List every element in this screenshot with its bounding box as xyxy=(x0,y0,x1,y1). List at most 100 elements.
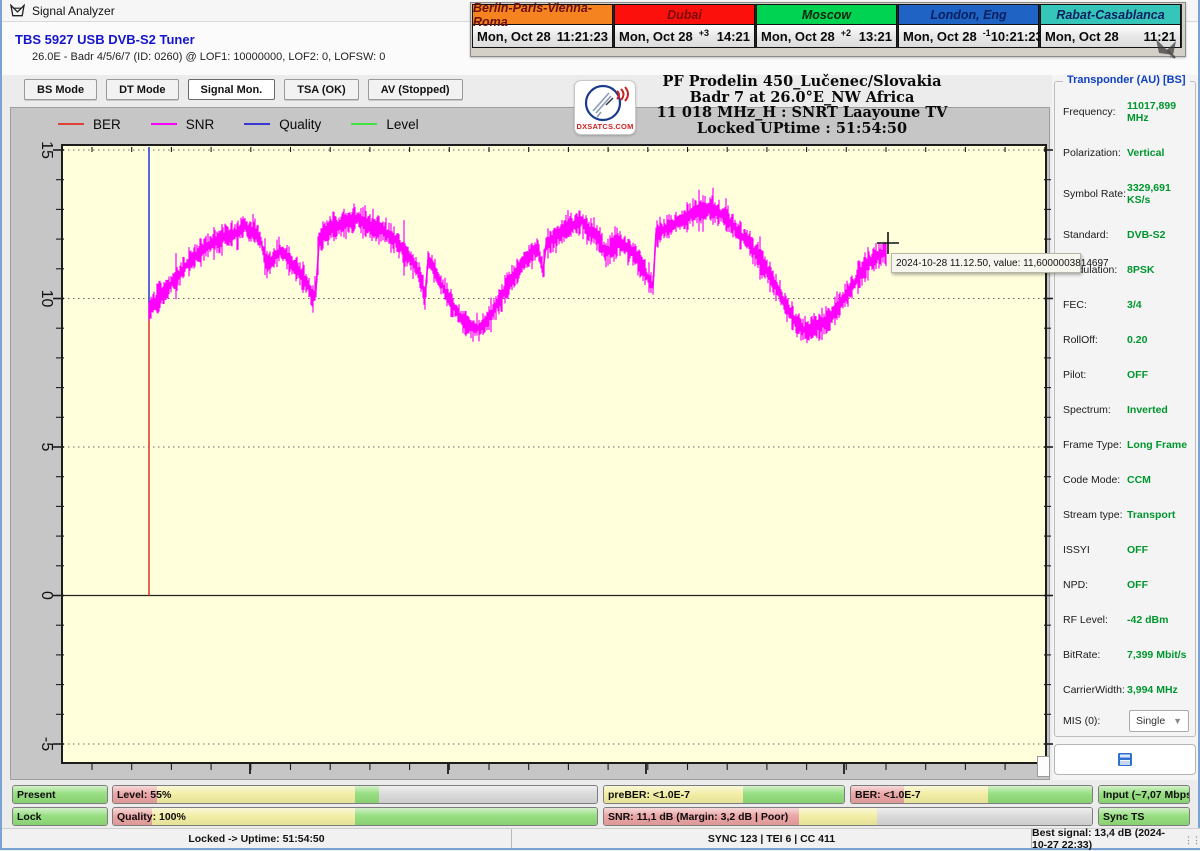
clock-date: Mon, Oct 28 xyxy=(619,29,693,44)
mode-button-av-stopped-[interactable]: AV (Stopped) xyxy=(368,79,463,100)
transponder-label: Frequency: xyxy=(1063,106,1127,118)
status-uptime: Locked -> Uptime: 51:54:50 xyxy=(2,829,512,848)
transponder-value: -42 dBm xyxy=(1127,614,1168,626)
clock-date: Mon, Oct 28 xyxy=(1045,29,1119,44)
meter-lock: Lock xyxy=(12,807,108,826)
clock-city: Rabat-Casablanca xyxy=(1040,4,1181,24)
meter-input: Input (~7,07 Mbps) xyxy=(1098,785,1190,804)
meter-quality: Quality: 100% xyxy=(112,807,598,826)
transponder-label: Pilot: xyxy=(1063,369,1127,381)
legend-item-quality: Quality xyxy=(244,117,321,132)
status-best-signal: Best signal: 13,4 dB (2024-10-27 22:33) xyxy=(1032,829,1172,848)
transponder-panel: Transponder (AU) [BS] Frequency:11017,89… xyxy=(1052,75,1198,780)
header-line-2: Badr 7 at 26.0°E_NW Africa xyxy=(622,90,982,106)
transponder-rows: Frequency:11017,899 MHz Polarization:Vert… xyxy=(1063,100,1189,696)
dxsatcs-logo: DXSATCS.COM xyxy=(574,80,636,135)
transponder-row: CarrierWidth:3,994 MHz xyxy=(1063,684,1189,696)
meter-label: Sync TS xyxy=(1103,811,1144,823)
transponder-row: FEC:3/4 xyxy=(1063,299,1189,311)
meter-ber: BER: <1.0E-7 xyxy=(850,785,1093,804)
world-clock-widget[interactable]: Berlin-Paris-Vienna-Roma Mon, Oct 28 11:21… xyxy=(470,2,1186,57)
tuner-name: TBS 5927 USB DVB-S2 Tuner xyxy=(15,32,195,47)
dxsatcs-logo-text: DXSATCS.COM xyxy=(575,122,635,131)
app-window: Signal Analyzer TBS 5927 USB DVB-S2 Tune… xyxy=(0,0,1200,850)
transponder-value: Vertical xyxy=(1127,147,1164,159)
transponder-row: RollOff:0.20 xyxy=(1063,334,1189,346)
dxsatcs-logo-graphic xyxy=(579,83,633,123)
transponder-row: NPD:OFF xyxy=(1063,579,1189,591)
transponder-title: Transponder (AU) [BS] xyxy=(1063,74,1190,86)
transponder-row: Spectrum:Inverted xyxy=(1063,404,1189,416)
transponder-row: Polarization:Vertical xyxy=(1063,147,1189,159)
transponder-row: Frequency:11017,899 MHz xyxy=(1063,100,1189,124)
chart-legend: BERSNRQualityLevel xyxy=(58,111,419,137)
chart-tooltip-text: 2024-10-28 11.12.50, value: 11,600000381… xyxy=(896,258,1109,269)
clock-column: Berlin-Paris-Vienna-Roma Mon, Oct 28 11:21… xyxy=(472,4,614,48)
save-icon xyxy=(1117,752,1133,767)
meter-label: Quality: 100% xyxy=(117,811,186,823)
mode-button-signal-mon-[interactable]: Signal Mon. xyxy=(188,79,276,100)
transponder-value: 3,994 MHz xyxy=(1127,684,1178,696)
clock-time: 10:21:23 xyxy=(991,29,1043,44)
legend-item-snr: SNR xyxy=(151,117,215,132)
status-uptime-text: Locked -> Uptime: 51:54:50 xyxy=(188,833,324,845)
transponder-row: Standard:DVB-S2 xyxy=(1063,229,1189,241)
legend-label: Level xyxy=(386,117,418,132)
satellite-dish-icon: dx xyxy=(1153,36,1179,60)
meter-gloss xyxy=(113,786,597,803)
transponder-label: RF Level: xyxy=(1063,614,1127,626)
status-sync: SYNC 123 | TEI 6 | CC 411 xyxy=(512,829,1032,848)
transponder-row: ISSYIOFF xyxy=(1063,544,1189,556)
clock-city: Berlin-Paris-Vienna-Roma xyxy=(472,4,613,24)
transponder-label: NPD: xyxy=(1063,579,1127,591)
mode-button-tsa-ok-[interactable]: TSA (OK) xyxy=(284,79,358,100)
clock-utc-offset: +3 xyxy=(699,28,709,38)
meter-label: Lock xyxy=(17,811,42,823)
mode-button-bs-mode[interactable]: BS Mode xyxy=(24,79,97,100)
transponder-row: Stream type:Transport xyxy=(1063,509,1189,521)
svg-text:dx: dx xyxy=(1170,54,1176,60)
meter-label: BER: <1.0E-7 xyxy=(855,789,921,801)
resize-grip[interactable]: ⋮⋮ xyxy=(1188,829,1200,848)
transponder-value: OFF xyxy=(1127,369,1148,381)
status-sync-text: SYNC 123 | TEI 6 | CC 411 xyxy=(708,833,835,845)
meter-label: Present xyxy=(17,789,56,801)
transponder-label: Symbol Rate: xyxy=(1063,188,1127,200)
transponder-label: FEC: xyxy=(1063,299,1127,311)
mode-button-dt-mode[interactable]: DT Mode xyxy=(106,79,178,100)
transponder-value: 3/4 xyxy=(1127,299,1142,311)
clock-utc-offset: -1 xyxy=(983,28,991,38)
status-best-signal-text: Best signal: 13,4 dB (2024-10-27 22:33) xyxy=(1032,827,1172,851)
transponder-row: Frame Type:Long Frame xyxy=(1063,439,1189,451)
clock-time-cell: Mon, Oct 28-110:21:23 xyxy=(898,24,1039,48)
clock-column: MoscowMon, Oct 28+213:21 xyxy=(756,4,898,48)
transponder-label: Standard: xyxy=(1063,229,1127,241)
meter-label: SNR: 11,1 dB (Margin: 3,2 dB | Poor) xyxy=(608,811,788,823)
clock-time: 13:21 xyxy=(859,29,892,44)
transponder-value: Inverted xyxy=(1127,404,1168,416)
chevron-down-icon: ▼ xyxy=(1173,716,1182,726)
app-icon satellite-dish-icon xyxy=(10,4,25,18)
transponder-groupbox: Transponder (AU) [BS] Frequency:11017,89… xyxy=(1054,81,1196,737)
mis-label: MIS (0): xyxy=(1063,715,1127,727)
clock-column: Dubai Mon, Oct 28 +3 14:21 xyxy=(614,4,756,48)
clock-city: Dubai xyxy=(614,4,755,24)
transponder-value: 8PSK xyxy=(1127,264,1154,276)
transponder-value: OFF xyxy=(1127,579,1148,591)
transponder-value: 7,399 Mbit/s xyxy=(1127,649,1187,661)
clock-date: Mon, Oct 28 xyxy=(903,29,977,44)
clock-date: Mon, Oct 28 xyxy=(477,29,551,44)
clock-time: 14:21 xyxy=(717,29,750,44)
mis-dropdown[interactable]: Single ▼ xyxy=(1129,710,1189,732)
transponder-value: CCM xyxy=(1127,474,1151,486)
chart-tooltip: 2024-10-28 11.12.50, value: 11,600000381… xyxy=(891,253,1081,273)
clock-time: 11:21:23 xyxy=(557,29,608,44)
legend-item-level: Level xyxy=(351,117,418,132)
mis-row: MIS (0): Single ▼ xyxy=(1063,710,1189,732)
save-button[interactable] xyxy=(1054,744,1196,775)
transponder-value: 3329,691 KS/s xyxy=(1127,182,1189,206)
legend-label: SNR xyxy=(186,117,215,132)
clock-city: London, Eng xyxy=(898,4,1039,24)
transponder-value: 0.20 xyxy=(1127,334,1147,346)
clock-utc-offset: +2 xyxy=(841,28,851,38)
